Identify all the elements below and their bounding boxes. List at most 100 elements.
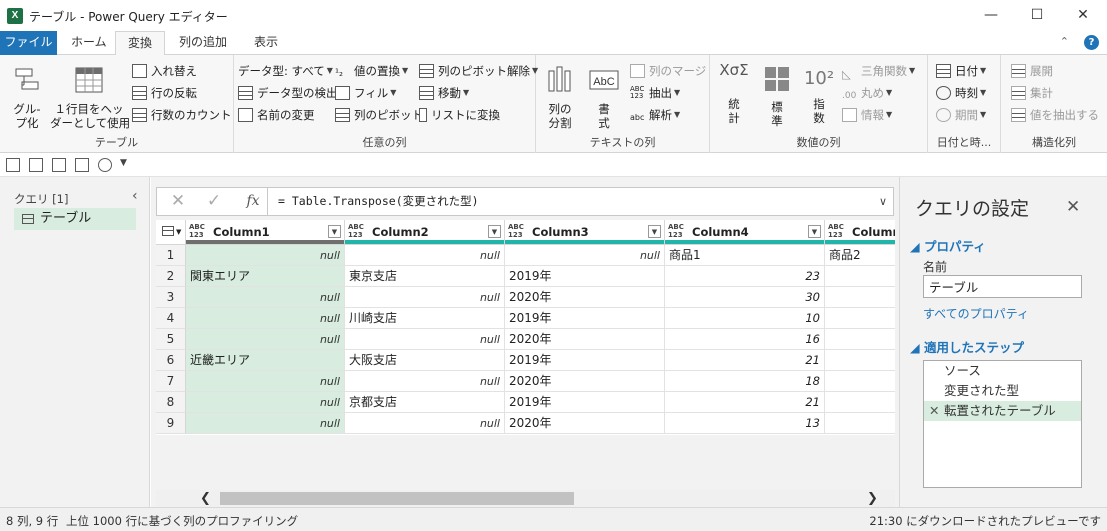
rename-button[interactable]: 名前の変更 <box>238 105 315 125</box>
step-changed-type[interactable]: 変更された型 <box>924 381 1081 401</box>
delete-step-icon[interactable]: ✕ <box>929 401 939 421</box>
close-window-button[interactable]: ✕ <box>1060 0 1106 31</box>
table-cell[interactable]: 大阪支店 <box>345 350 505 371</box>
query-name-input[interactable] <box>923 275 1082 298</box>
row-number[interactable]: 6 <box>156 350 186 371</box>
status-profiling[interactable]: 上位 1000 行に基づく列のプロファイリング <box>66 513 298 529</box>
standard-button[interactable]: 標 準 <box>760 65 794 128</box>
detect-data-type-button[interactable]: データ型の検出 <box>238 83 338 103</box>
type-any-icon[interactable]: ABC 123 <box>189 223 205 239</box>
expand-formula-icon[interactable]: ∨ <box>879 195 887 208</box>
table-cell[interactable]: 13 <box>665 413 825 434</box>
table-cell[interactable]: 関東エリア <box>186 266 345 287</box>
type-any-icon[interactable]: ABC 123 <box>828 223 844 239</box>
row-number[interactable]: 7 <box>156 371 186 392</box>
type-any-icon[interactable]: ABC 123 <box>348 223 364 239</box>
parse-button[interactable]: abc 解析 ▼ <box>630 105 680 125</box>
table-cell[interactable]: 商品2 <box>825 245 895 266</box>
merge-columns-button[interactable]: 列のマージ <box>630 61 706 81</box>
date-button[interactable]: 日付 ▼ <box>936 61 986 81</box>
table-cell[interactable]: 商品1 <box>665 245 825 266</box>
table-cell[interactable]: 2020年 <box>505 413 665 434</box>
table-cell[interactable]: 2019年 <box>505 308 665 329</box>
scrollbar-thumb[interactable] <box>220 492 574 505</box>
information-button[interactable]: 情報 ▼ <box>842 105 892 125</box>
table-cell[interactable]: 21 <box>665 392 825 413</box>
table-cell[interactable]: 18 <box>665 371 825 392</box>
statistics-button[interactable]: XσΣ 統 計 <box>716 63 752 126</box>
table-cell[interactable]: null <box>186 392 345 413</box>
table-cell[interactable]: null <box>345 287 505 308</box>
cancel-formula-button[interactable]: ✕ <box>161 188 195 215</box>
row-number[interactable]: 9 <box>156 413 186 434</box>
close-settings-icon[interactable]: ✕ <box>1066 197 1080 217</box>
properties-icon[interactable] <box>75 158 89 172</box>
group-by-button[interactable]: グル- プ化 <box>6 65 48 130</box>
save-icon[interactable] <box>6 158 20 172</box>
collapse-ribbon-icon[interactable]: ⌃ <box>1060 35 1069 48</box>
customize-toolbar-icon[interactable]: ▼ <box>120 158 127 168</box>
insert-function-button[interactable]: fx <box>241 188 265 215</box>
table-cell[interactable]: null <box>186 413 345 434</box>
expand-button[interactable]: 展開 <box>1011 61 1053 81</box>
table-cell[interactable]: 2020年 <box>505 329 665 350</box>
table-cell[interactable]: 2020年 <box>505 287 665 308</box>
table-cell[interactable]: null <box>186 287 345 308</box>
tab-view[interactable]: 表示 <box>242 31 290 55</box>
rounding-button[interactable]: .00 丸め ▼ <box>842 83 892 103</box>
extract-values-button[interactable]: 値を抽出する <box>1011 105 1099 125</box>
move-button[interactable]: 移動 ▼ <box>419 83 469 103</box>
duration-button[interactable]: 期間 ▼ <box>936 105 986 125</box>
table-cell[interactable] <box>825 329 895 350</box>
refresh-icon[interactable] <box>98 158 112 172</box>
table-cell[interactable]: null <box>345 329 505 350</box>
time-button[interactable]: 時刻 ▼ <box>936 83 986 103</box>
filter-dropdown-icon[interactable]: ▼ <box>328 225 341 238</box>
replace-values-button[interactable]: ¹₂ 値の置換 ▼ <box>335 61 408 81</box>
table-cell[interactable] <box>825 371 895 392</box>
all-properties-link[interactable]: すべてのプロパティ <box>923 305 1029 322</box>
fill-button[interactable]: フィル ▼ <box>335 83 396 103</box>
table-cell[interactable]: null <box>345 245 505 266</box>
table-cell[interactable]: 16 <box>665 329 825 350</box>
column-header-4[interactable]: ABC 123 Column4 ▼ <box>665 220 825 245</box>
convert-to-list-button[interactable]: リストに変換 <box>419 105 500 125</box>
column-header-1[interactable]: ABC 123 Column1 ▼ <box>186 220 345 245</box>
tab-add-column[interactable]: 列の追加 <box>167 31 239 55</box>
table-cell[interactable]: null <box>186 329 345 350</box>
extract-button[interactable]: ABC 123 抽出 ▼ <box>630 83 680 103</box>
help-icon[interactable]: ? <box>1084 35 1099 50</box>
count-rows-button[interactable]: 行数のカウント <box>132 105 232 125</box>
new-source-icon[interactable] <box>52 158 66 172</box>
column-header-3[interactable]: ABC 123 Column3 ▼ <box>505 220 665 245</box>
table-cell[interactable]: null <box>186 371 345 392</box>
commit-formula-button[interactable]: ✓ <box>197 188 231 215</box>
table-cell[interactable]: null <box>186 308 345 329</box>
table-cell[interactable]: null <box>186 245 345 266</box>
query-item-table[interactable]: テーブル <box>14 208 136 230</box>
table-cell[interactable]: 川崎支店 <box>345 308 505 329</box>
filter-dropdown-icon[interactable]: ▼ <box>808 225 821 238</box>
type-any-icon[interactable]: ABC 123 <box>668 223 684 239</box>
tab-home[interactable]: ホーム <box>59 31 119 55</box>
unpivot-columns-button[interactable]: 列のピボット解除 ▼ <box>419 61 538 81</box>
scroll-left-icon[interactable]: ❮ <box>200 490 211 507</box>
table-cell[interactable]: null <box>345 371 505 392</box>
collapse-queries-icon[interactable]: ‹ <box>132 188 138 204</box>
row-number[interactable]: 8 <box>156 392 186 413</box>
table-cell[interactable] <box>825 413 895 434</box>
row-number[interactable]: 2 <box>156 266 186 287</box>
column-header-5[interactable]: ABC 123 Column5 <box>825 220 895 245</box>
table-cell[interactable]: 23 <box>665 266 825 287</box>
table-cell[interactable]: 2019年 <box>505 266 665 287</box>
properties-header[interactable]: ◢ プロパティ <box>910 236 986 255</box>
table-cell[interactable]: null <box>345 413 505 434</box>
table-cell[interactable]: 21 <box>665 350 825 371</box>
table-cell[interactable] <box>825 350 895 371</box>
scientific-button[interactable]: 10² 指 数 <box>802 65 836 125</box>
table-cell[interactable]: null <box>505 245 665 266</box>
scroll-right-icon[interactable]: ❯ <box>867 490 878 507</box>
table-cell[interactable]: 近畿エリア <box>186 350 345 371</box>
split-column-button[interactable]: 列の 分割 <box>542 65 578 130</box>
close-apply-icon[interactable] <box>29 158 43 172</box>
